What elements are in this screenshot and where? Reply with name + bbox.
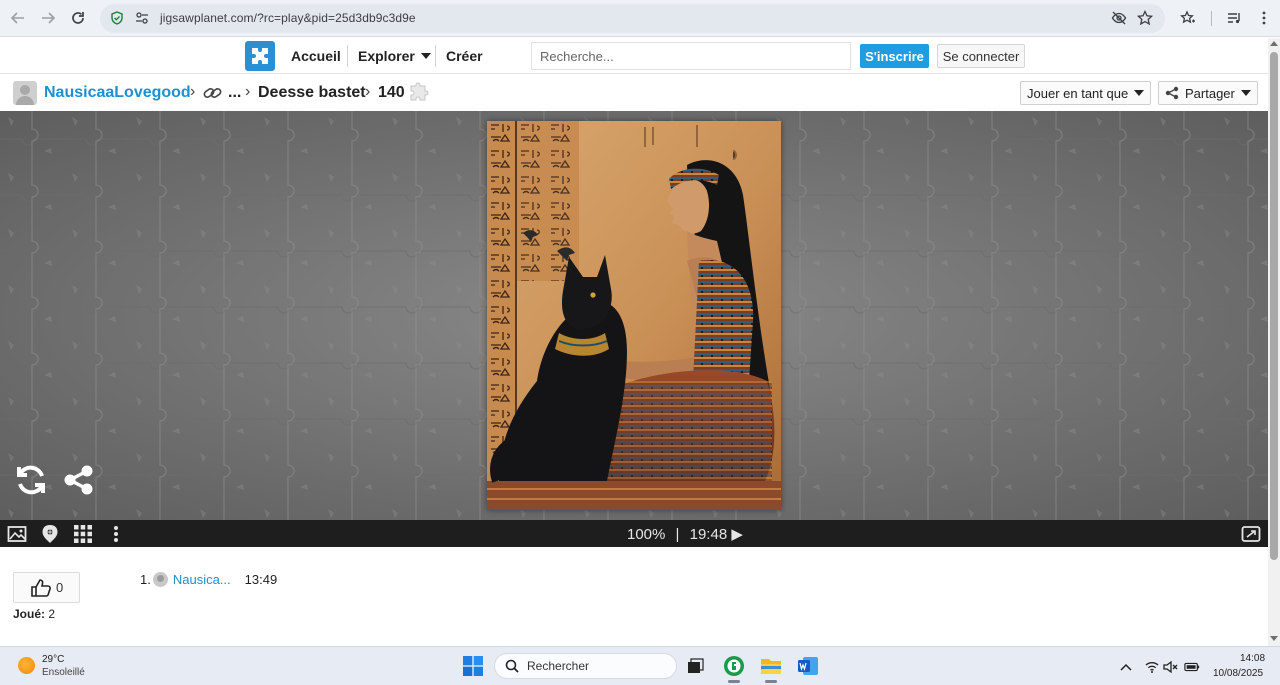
puzzle-image[interactable] — [487, 121, 781, 510]
image-icon[interactable] — [7, 524, 27, 544]
link-icon[interactable] — [203, 84, 223, 107]
media-control-icon[interactable] — [1224, 8, 1244, 28]
url-text[interactable]: jigsawplanet.com/?rc=play&pid=25d3db9c3d… — [160, 11, 416, 25]
file-explorer-icon[interactable] — [758, 653, 784, 679]
nav-explore-label: Explorer — [358, 48, 415, 64]
chevron-right-icon: › — [190, 83, 196, 100]
search-input[interactable] — [531, 42, 851, 70]
search-icon — [505, 659, 519, 673]
score-rank: 1. — [140, 572, 151, 587]
play-as-dropdown[interactable]: Jouer en tant que — [1020, 81, 1152, 105]
nav-create[interactable]: Créer — [446, 48, 483, 64]
breadcrumb-ellipsis[interactable]: ... — [228, 84, 241, 102]
thumbs-up-icon — [31, 578, 51, 597]
chevron-down-icon — [420, 53, 431, 59]
avatar[interactable] — [13, 81, 37, 105]
browser-app-icon[interactable] — [721, 653, 747, 679]
scrollbar-thumb[interactable] — [1270, 52, 1278, 560]
back-arrow-icon[interactable] — [6, 7, 30, 29]
chevron-right-icon: › — [365, 83, 371, 100]
more-menu-icon[interactable] — [1254, 8, 1274, 28]
toolbar-divider — [1211, 11, 1212, 26]
puzzle-control-bar: 100% | 19:48 ▶ — [0, 520, 1268, 547]
scroll-down-icon[interactable] — [1270, 636, 1278, 641]
favorites-icon[interactable] — [1178, 8, 1198, 28]
active-app-indicator — [728, 680, 740, 683]
timer[interactable]: 19:48 ▶ — [690, 526, 743, 543]
puzzle-board[interactable] — [0, 111, 1268, 520]
like-count: 0 — [56, 580, 64, 595]
taskbar-search[interactable]: Rechercher — [494, 653, 677, 679]
played-label: Joué: — [13, 607, 46, 621]
chevron-down-icon — [1240, 90, 1251, 96]
score-player-link[interactable]: Nausica... — [173, 572, 231, 587]
shield-icon[interactable] — [109, 10, 125, 26]
browser-toolbar: jigsawplanet.com/?rc=play&pid=25d3db9c3d… — [0, 0, 1280, 37]
list-item: 1. Nausica... 13:49 — [140, 572, 277, 587]
active-app-indicator — [765, 680, 777, 683]
nav-divider — [347, 45, 348, 67]
nav-divider — [435, 45, 436, 67]
wifi-icon[interactable] — [1144, 659, 1160, 675]
task-view-icon[interactable] — [683, 653, 709, 679]
grid-icon[interactable] — [73, 524, 93, 544]
chevron-down-icon — [1134, 90, 1145, 96]
puzzle-piece-icon[interactable] — [245, 41, 275, 71]
chevron-up-icon[interactable] — [1118, 659, 1134, 675]
clock-date[interactable]: 10/08/2025 — [1213, 668, 1263, 679]
site-settings-icon[interactable] — [134, 10, 150, 26]
puzzle-title-bar: NausicaaLovegood › ... › Deesse bastet ›… — [0, 75, 1268, 111]
like-button[interactable]: 0 — [13, 572, 80, 603]
status-separator: | — [675, 526, 680, 543]
refresh-icon[interactable] — [13, 462, 49, 498]
bookmark-star-icon[interactable] — [1137, 10, 1153, 26]
page-title: Deesse bastet — [258, 84, 366, 101]
ghost-image-icon[interactable] — [40, 524, 60, 544]
play-as-label: Jouer en tant que — [1027, 85, 1129, 101]
puzzle-status: 100% | 19:48 ▶ — [627, 525, 743, 543]
signup-button[interactable]: S'inscrire — [860, 44, 929, 68]
avatar — [152, 572, 168, 587]
more-vertical-icon[interactable] — [106, 524, 126, 544]
played-value: 2 — [48, 607, 56, 621]
chevron-right-icon: › — [245, 83, 251, 100]
battery-icon[interactable] — [1184, 659, 1200, 675]
taskbar-search-label: Rechercher — [527, 659, 590, 673]
login-button[interactable]: Se connecter — [937, 44, 1025, 68]
progress-percent: 100% — [627, 526, 666, 543]
weather-description[interactable]: Ensoleillé — [42, 667, 85, 678]
share-dropdown[interactable]: Partager — [1158, 81, 1258, 105]
eye-off-icon[interactable] — [1111, 10, 1127, 26]
page-scrollbar[interactable] — [1268, 38, 1280, 646]
fullscreen-icon[interactable] — [1241, 524, 1261, 544]
share-icon[interactable] — [60, 462, 96, 498]
scroll-up-icon[interactable] — [1270, 41, 1278, 46]
breadcrumb-owner[interactable]: NausicaaLovegood — [44, 84, 191, 102]
windows-taskbar: 29°C Ensoleillé Rechercher 14:08 10/08/2… — [0, 646, 1280, 685]
volume-muted-icon[interactable] — [1163, 659, 1179, 675]
windows-start-icon[interactable] — [460, 653, 486, 679]
forward-arrow-icon[interactable] — [36, 7, 60, 29]
nav-explore[interactable]: Explorer — [358, 48, 431, 64]
weather-temperature[interactable]: 29°C — [42, 654, 64, 665]
reload-icon[interactable] — [66, 7, 90, 29]
nav-home[interactable]: Accueil — [291, 48, 341, 64]
clock-time[interactable]: 14:08 — [1240, 653, 1265, 664]
puzzle-piece-icon — [408, 81, 430, 108]
piece-count: 140 — [378, 84, 405, 101]
sun-icon[interactable] — [18, 657, 35, 674]
word-app-icon[interactable] — [795, 653, 821, 679]
share-label: Partager — [1185, 85, 1235, 101]
score-time: 13:49 — [244, 572, 278, 587]
site-header: Accueil Explorer Créer S'inscrire Se con… — [0, 38, 1268, 74]
address-bar[interactable]: jigsawplanet.com/?rc=play&pid=25d3db9c3d… — [100, 4, 1165, 33]
played-count: Joué: 2 — [13, 607, 55, 621]
share-icon — [1165, 86, 1179, 100]
